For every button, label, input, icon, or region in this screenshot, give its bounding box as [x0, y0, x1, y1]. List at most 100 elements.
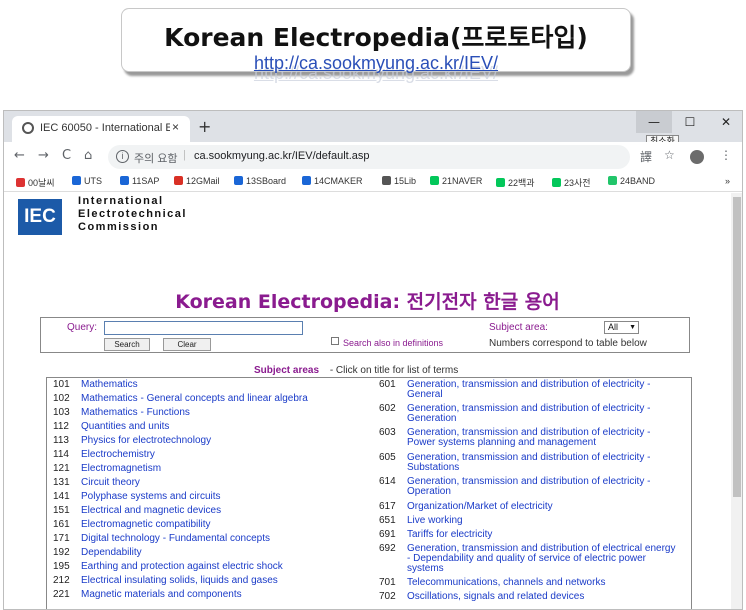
subject-areas-table: 101 Mathematics 102 Mathematics - General c…	[46, 377, 692, 609]
menu-icon[interactable]: ⋮	[720, 148, 732, 162]
subject-area-select[interactable]: All ▼	[604, 321, 639, 334]
home-icon[interactable]: ⌂	[84, 148, 92, 163]
search-definitions-checkbox[interactable]	[331, 337, 339, 345]
new-tab-button[interactable]: +	[198, 117, 211, 136]
subject-area-number: 651	[379, 515, 396, 526]
subject-area-link[interactable]: Electromagnetic compatibility	[81, 520, 351, 530]
bookmark-item[interactable]: 00날씨	[16, 176, 55, 189]
page-scrollbar[interactable]	[731, 193, 742, 609]
bookmark-label: 23사전	[564, 178, 591, 188]
subject-area-number: 605	[379, 452, 396, 463]
subject-area-link[interactable]: Tariffs for electricity	[407, 530, 677, 540]
address-url[interactable]: ca.sookmyung.ac.kr/IEV/default.asp	[194, 150, 369, 162]
forward-arrow-icon[interactable]: →	[38, 148, 49, 163]
bookmark-item[interactable]: 21NAVER	[430, 176, 482, 186]
subject-area-link[interactable]: Earthing and protection against electric…	[81, 562, 351, 572]
translate-icon[interactable]: 譯	[640, 148, 652, 165]
subject-area-label: Subject area:	[489, 322, 548, 333]
subject-area-link[interactable]: Generation, transmission and distributio…	[407, 544, 677, 574]
subject-area-link[interactable]: Magnetic materials and components	[81, 590, 351, 600]
subject-area-link[interactable]: Mathematics - Functions	[81, 408, 351, 418]
tab-close-icon[interactable]: ×	[172, 120, 179, 134]
bookmarks-overflow-icon[interactable]: »	[725, 176, 730, 186]
subject-area-link[interactable]: Electrical and magnetic devices	[81, 506, 351, 516]
subject-area-link[interactable]: Generation, transmission and distributio…	[407, 380, 677, 400]
browser-toolbar: ← → C ⌂ i 주의 요함 | ca.sookmyung.ac.kr/IEV…	[4, 142, 742, 172]
bookmark-item[interactable]: 22백과	[496, 176, 535, 189]
bookmark-item[interactable]: 13SBoard	[234, 176, 286, 186]
subject-area-link[interactable]: Generation, transmission and distributio…	[407, 404, 677, 424]
subject-area-link[interactable]: Oscillations, signals and related device…	[407, 592, 677, 602]
subject-area-link[interactable]: Generation, transmission and distributio…	[407, 428, 677, 448]
subject-area-link[interactable]: Digital technology - Fundamental concept…	[81, 534, 351, 544]
close-window-button[interactable]: ✕	[708, 111, 742, 133]
bookmark-label: 14CMAKER	[314, 176, 363, 186]
bookmark-item[interactable]: 24BAND	[608, 176, 655, 186]
subject-area-link[interactable]: Mathematics - General concepts and linea…	[81, 394, 351, 404]
subject-areas-title: Subject areas	[254, 365, 320, 376]
subject-area-number: 114	[53, 449, 69, 460]
globe-icon	[22, 122, 34, 134]
subject-area-number: 602	[379, 403, 396, 414]
subject-area-number: 195	[53, 561, 70, 572]
bookmark-star-icon[interactable]: ☆	[664, 148, 675, 162]
back-arrow-icon[interactable]: ←	[14, 148, 25, 163]
subject-area-number: 141	[53, 491, 70, 502]
subject-area-link[interactable]: Generation, transmission and distributio…	[407, 477, 677, 497]
page-title: Korean Electropedia: 전기전자 한글 용어	[175, 291, 560, 313]
tab-iec-60050[interactable]: IEC 60050 - International Electr ×	[12, 116, 190, 142]
subject-area-link[interactable]: Dependability	[81, 548, 351, 558]
browser-window: IEC 60050 - International Electr × + — ☐…	[3, 110, 743, 610]
subject-area-number: 113	[53, 435, 69, 446]
subject-area-number: 603	[379, 427, 396, 438]
bookmark-label: UTS	[84, 176, 102, 186]
maximize-button[interactable]: ☐	[672, 111, 708, 133]
search-button[interactable]: Search	[104, 338, 150, 351]
bookmarks-bar: » 00날씨 UTS 11SAP 12GMail 13SBoard 14CMAKER 15L…	[4, 172, 742, 192]
bookmark-label: 12GMail	[186, 176, 220, 186]
subject-area-link[interactable]: Telecommunications, channels and network…	[407, 578, 677, 588]
iec-logo[interactable]: IEC	[18, 199, 62, 235]
subject-area-link[interactable]: Polyphase systems and circuits	[81, 492, 351, 502]
scrollbar-thumb[interactable]	[733, 197, 741, 497]
subject-area-link[interactable]: Electrical insulating solids, liquids an…	[81, 576, 351, 586]
bookmark-item[interactable]: 14CMAKER	[302, 176, 363, 186]
address-bar[interactable]: i 주의 요함 | ca.sookmyung.ac.kr/IEV/default…	[108, 145, 630, 169]
subject-area-link[interactable]: Physics for electrotechnology	[81, 436, 351, 446]
clear-button[interactable]: Clear	[163, 338, 211, 351]
subject-area-link[interactable]: Quantities and units	[81, 422, 351, 432]
banner-url-link[interactable]: http://ca.sookmyung.ac.kr/IEV/	[122, 53, 630, 74]
query-input[interactable]	[104, 321, 303, 335]
subject-area-link[interactable]: Electromagnetism	[81, 464, 351, 474]
subject-area-link[interactable]: Generation, transmission and distributio…	[407, 453, 677, 473]
bookmark-item[interactable]: 12GMail	[174, 176, 220, 186]
bookmark-item[interactable]: 15Lib	[382, 176, 416, 186]
subject-area-link[interactable]: Electrochemistry	[81, 450, 351, 460]
avatar[interactable]	[690, 150, 704, 164]
subject-area-link[interactable]: Mathematics	[81, 380, 351, 390]
query-label: Query:	[67, 322, 98, 333]
reload-icon[interactable]: C	[62, 148, 71, 163]
bookmark-favicon-icon	[430, 176, 439, 185]
bookmark-label: 24BAND	[620, 176, 656, 186]
bookmark-favicon-icon	[552, 178, 561, 187]
subject-area-link[interactable]: Circuit theory	[81, 478, 351, 488]
bookmark-favicon-icon	[302, 176, 311, 185]
bookmark-item[interactable]: 11SAP	[120, 176, 159, 186]
subject-area-number: 192	[53, 547, 70, 558]
subject-area-number: 702	[379, 591, 396, 602]
subject-area-link[interactable]: Live working	[407, 516, 677, 526]
minimize-button[interactable]: —	[636, 111, 672, 133]
bookmark-item[interactable]: 23사전	[552, 176, 591, 189]
subject-area-number: 121	[53, 463, 70, 474]
tab-label: IEC 60050 - International Electr	[40, 122, 170, 134]
org-name-line: Electrotechnical	[78, 208, 187, 220]
subject-area-link[interactable]: Organization/Market of electricity	[407, 502, 677, 512]
subject-area-value: All	[608, 322, 619, 332]
bookmark-favicon-icon	[72, 176, 81, 185]
bookmark-item[interactable]: UTS	[72, 176, 102, 186]
info-icon[interactable]: i	[116, 150, 129, 163]
subject-area-number: 221	[53, 589, 70, 600]
subject-area-number: 171	[53, 533, 70, 544]
subject-area-number: 112	[53, 421, 69, 432]
